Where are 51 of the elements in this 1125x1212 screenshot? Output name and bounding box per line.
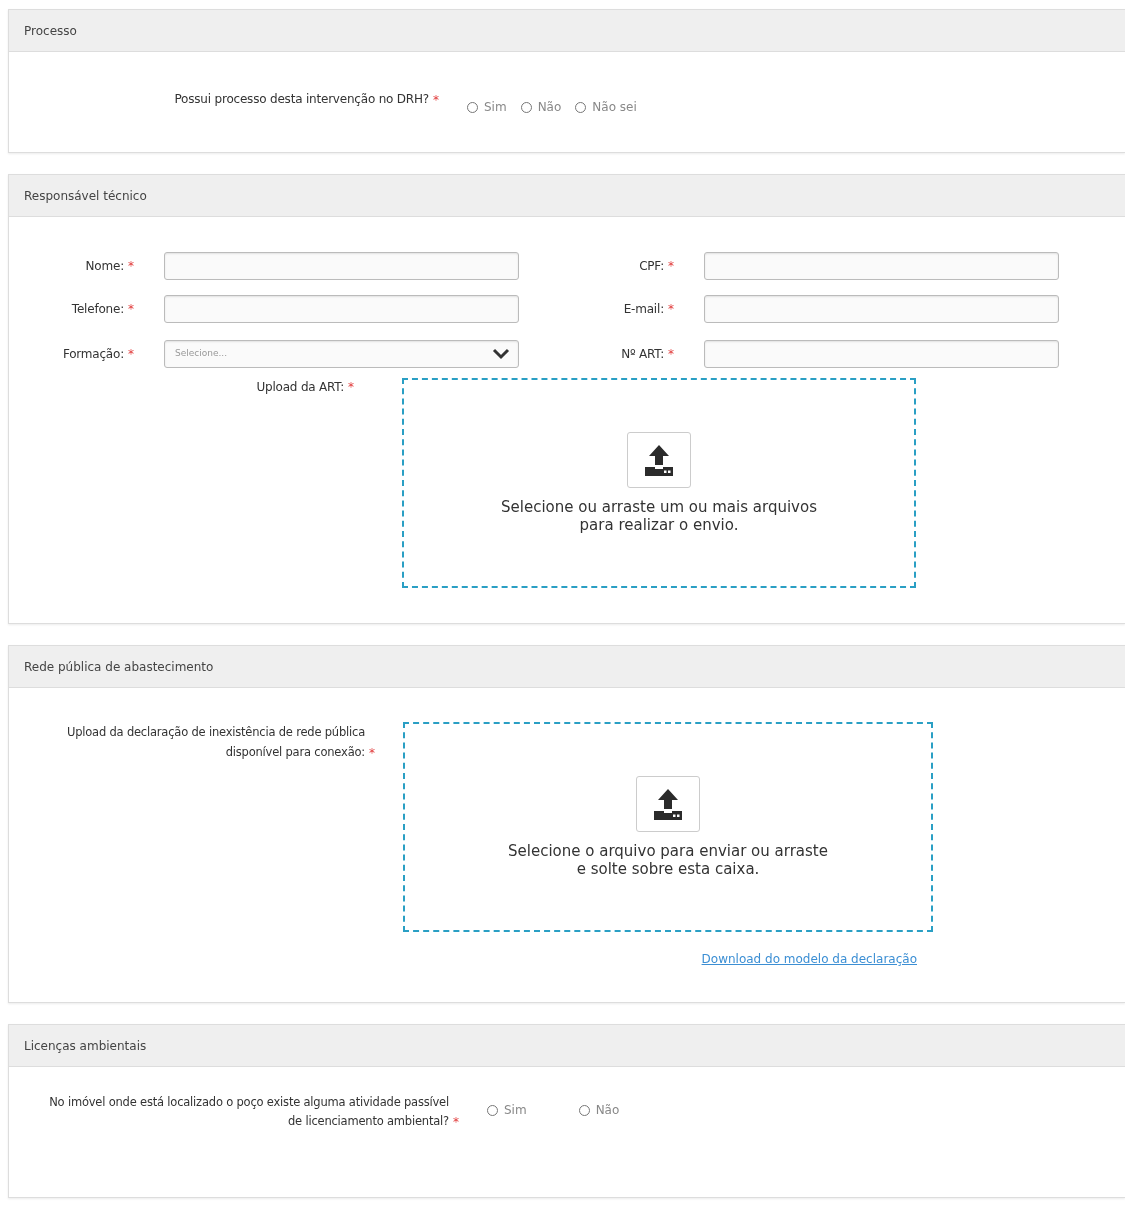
- panel-title: Processo: [24, 22, 77, 40]
- radio-option[interactable]: Sim: [467, 98, 507, 116]
- field-label: Nº ART:: [621, 346, 664, 363]
- field-label: Telefone:: [71, 301, 124, 318]
- dropzone-text: Selecione ou arraste um ou mais arquivos para realizar o envio.: [500, 498, 818, 534]
- select-placeholder: Selecione...: [175, 347, 228, 361]
- download-link[interactable]: Download do modelo da declaração: [701, 950, 917, 968]
- option-label: Sim: [484, 99, 507, 116]
- required-mark: *: [128, 301, 134, 318]
- required-mark: *: [128, 346, 134, 363]
- required-mark: *: [348, 379, 354, 396]
- required-mark: *: [668, 346, 674, 363]
- field-label: E-mail:: [623, 301, 664, 318]
- chevron-down-icon: [492, 348, 510, 360]
- field-label: Upload da ART:: [256, 379, 344, 396]
- upload-button[interactable]: [636, 776, 700, 832]
- field-label: Formação:: [62, 346, 124, 363]
- question-label: No imóvel onde está localizado o poço existe alguma atividade passível de licenciamento ambiental?: [49, 1094, 449, 1130]
- panel-title: Responsável técnico: [24, 187, 147, 205]
- input-field[interactable]: [704, 295, 1059, 323]
- upload-icon: [651, 787, 685, 821]
- panel-title: Rede pública de abastecimento: [24, 658, 214, 676]
- panel-title: Licenças ambientais: [24, 1037, 147, 1055]
- upload-dropzone[interactable]: Selecione o arquivo para enviar ou arraste e solte sobre esta caixa.: [403, 722, 933, 932]
- option-label: Não sei: [592, 99, 637, 116]
- required-mark: *: [128, 258, 134, 275]
- radio-option[interactable]: Sim: [487, 1101, 527, 1119]
- select-field[interactable]: Selecione...: [164, 340, 519, 368]
- required-mark: *: [369, 745, 375, 762]
- input-field[interactable]: [164, 252, 519, 280]
- input-field[interactable]: [164, 295, 519, 323]
- dropzone-text: Selecione o arquivo para enviar ou arraste e solte sobre esta caixa.: [507, 842, 829, 878]
- upload-dropzone[interactable]: Selecione ou arraste um ou mais arquivos para realizar o envio.: [402, 378, 916, 588]
- radio-option[interactable]: Não sei: [575, 98, 637, 116]
- required-mark: *: [668, 301, 674, 318]
- required-mark: *: [433, 92, 439, 109]
- required-mark: *: [668, 258, 674, 275]
- required-mark: *: [453, 1114, 459, 1131]
- input-field[interactable]: [704, 252, 1059, 280]
- radio-option[interactable]: Não: [578, 1101, 620, 1119]
- option-label: Não: [537, 99, 562, 116]
- input-field[interactable]: [704, 340, 1059, 368]
- upload-icon: [642, 443, 676, 477]
- question-label: Possui processo desta intervenção no DRH?: [174, 91, 429, 108]
- field-label: Nome:: [85, 258, 124, 275]
- upload-button[interactable]: [627, 432, 691, 488]
- field-label: Upload da declaração de inexistência de rede pública disponível para conexão:: [65, 724, 365, 761]
- field-label: CPF:: [639, 258, 664, 275]
- option-label: Não: [595, 1102, 620, 1119]
- option-label: Sim: [504, 1102, 527, 1119]
- radio-option[interactable]: Não: [520, 98, 562, 116]
